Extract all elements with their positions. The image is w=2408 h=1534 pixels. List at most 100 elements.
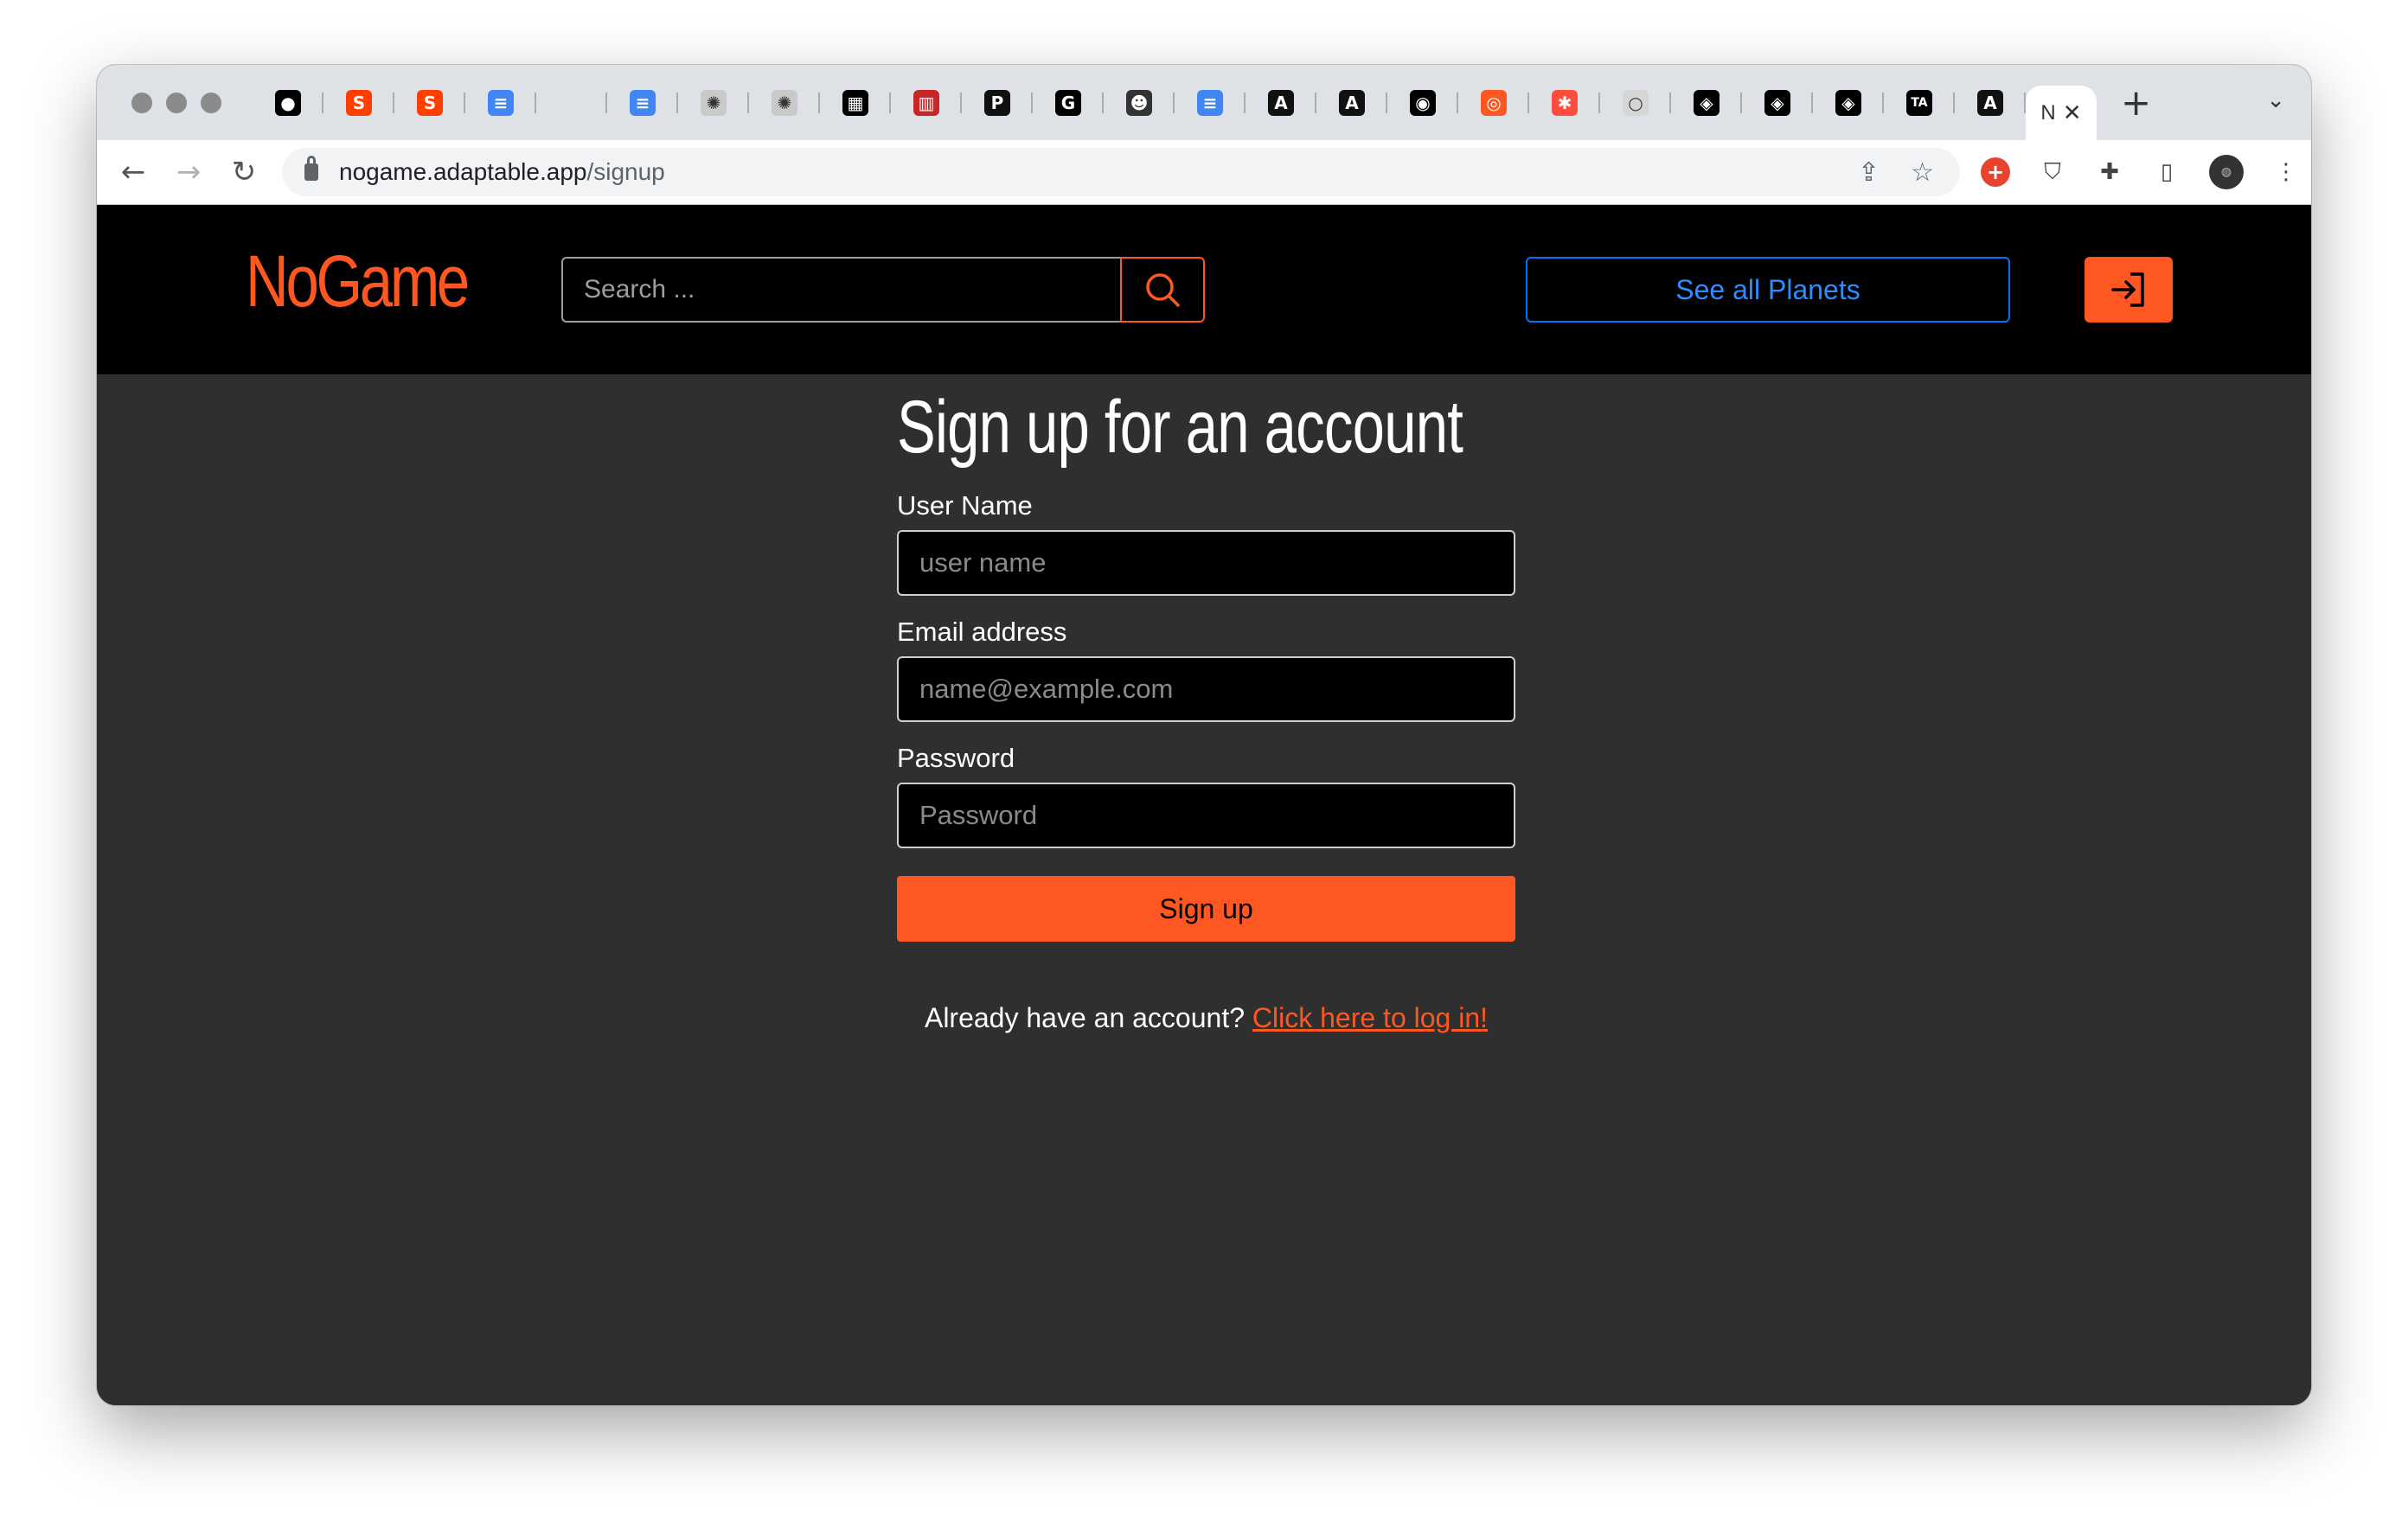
signup-button[interactable]: Sign up — [897, 876, 1515, 942]
codepen-icon: ◈ — [1835, 89, 1861, 116]
browser-tab[interactable]: S — [323, 82, 394, 124]
svelte-icon: S — [417, 89, 443, 116]
browser-tab[interactable]: G — [1033, 82, 1104, 124]
new-tab-button[interactable]: + — [2121, 81, 2151, 124]
search-form — [561, 257, 1205, 323]
dotted-circle-icon: ✺ — [772, 89, 797, 116]
browser-tab[interactable]: ✺ — [678, 82, 749, 124]
back-button[interactable]: ← — [106, 155, 161, 189]
maximize-window-button[interactable] — [201, 92, 221, 113]
login-prompt: Already have an account? Click here to l… — [897, 1002, 1515, 1034]
signup-form: Sign up for an account User Name Email a… — [897, 374, 1515, 1034]
astro-icon: A — [1268, 89, 1294, 116]
active-tab-label: N — [2040, 100, 2056, 125]
dotted-circle-icon: ✺ — [701, 89, 727, 116]
email-label: Email address — [897, 617, 1067, 647]
astro-icon: A — [1977, 89, 2003, 116]
address-bar[interactable]: nogame.adaptable.app/signup ⇪ ☆ — [282, 148, 1960, 196]
browser-tab[interactable]: ≡ — [1175, 82, 1246, 124]
window-controls — [131, 92, 221, 113]
side-panel-icon[interactable]: ▯ — [2152, 157, 2181, 187]
main-content: Sign up for an account User Name Email a… — [97, 374, 2311, 1405]
site-header: NoGame See all Planets — [97, 205, 2311, 374]
browser-tab[interactable]: ≡ — [465, 82, 536, 124]
tabs: ● S S ≡ ≡ ✺ ✺ ▦ ▥ P G ☻ ≡ A A ◉ ◎ ✱ ○ ◈ ◈ ◈ TA A N ✕ + — [253, 65, 2311, 141]
browser-window: ● S S ≡ ≡ ✺ ✺ ▦ ▥ P G ☻ ≡ A A ◉ ◎ ✱ ○ ◈ ◈ ◈ TA A N ✕ + ⌄ ← → ↻ nog… — [97, 65, 2311, 1405]
search-icon — [1146, 273, 1180, 307]
github-icon: ◉ — [1410, 89, 1436, 116]
browser-tab[interactable]: P — [962, 82, 1033, 124]
p-logo-icon: P — [984, 89, 1010, 116]
url-path: /signup — [586, 158, 665, 185]
browser-tab[interactable]: ✱ — [1529, 82, 1600, 124]
browser-tab[interactable]: A — [1316, 82, 1387, 124]
login-link[interactable]: Click here to log in! — [1252, 1002, 1488, 1033]
forward-button[interactable]: → — [161, 155, 216, 189]
browser-tab[interactable]: ◎ — [1458, 82, 1529, 124]
browser-tab[interactable]: S — [394, 82, 465, 124]
profile-avatar[interactable]: ◍ — [2209, 155, 2244, 189]
browser-tab[interactable]: ◈ — [1671, 82, 1742, 124]
google-docs-icon: ≡ — [1197, 89, 1223, 116]
lock-icon[interactable] — [304, 156, 318, 181]
blank-tab-icon — [559, 90, 585, 116]
asterisk-icon: ✱ — [1552, 89, 1578, 116]
tab-strip: ● S S ≡ ≡ ✺ ✺ ▦ ▥ P G ☻ ≡ A A ◉ ◎ ✱ ○ ◈ ◈ ◈ TA A N ✕ + ⌄ — [97, 65, 2311, 141]
username-field[interactable] — [897, 530, 1515, 596]
medium-icon: ● — [275, 89, 301, 116]
site-logo[interactable]: NoGame — [246, 240, 470, 323]
tab-search-icon[interactable]: ⌄ — [2266, 87, 2285, 113]
browser-tab[interactable] — [536, 82, 607, 124]
puzzle-extensions-icon[interactable]: ✚ — [2095, 157, 2124, 187]
url-host: nogame.adaptable.app — [339, 158, 587, 185]
active-browser-tab[interactable]: N ✕ — [2026, 85, 2097, 141]
svelte-icon: S — [346, 89, 372, 116]
browser-tab[interactable]: TA — [1884, 82, 1955, 124]
grid-logo-icon: ▦ — [842, 89, 868, 116]
google-docs-icon: ≡ — [630, 89, 656, 116]
google-docs-icon: ≡ — [488, 89, 514, 116]
browser-tab[interactable]: ▥ — [891, 82, 962, 124]
password-label: Password — [897, 743, 1015, 773]
bookmark-star-icon[interactable]: ☆ — [1911, 157, 1934, 188]
search-button[interactable] — [1120, 257, 1205, 323]
browser-tab[interactable]: ● — [253, 82, 323, 124]
codepen-icon: ◈ — [1764, 89, 1790, 116]
head-icon: ☻ — [1126, 89, 1152, 116]
browser-tab[interactable]: ◉ — [1387, 82, 1458, 124]
ta-logo-icon: TA — [1906, 89, 1932, 116]
browser-menu-icon[interactable]: ⋮ — [2271, 157, 2301, 187]
page-title: Sign up for an account — [897, 386, 1463, 469]
close-tab-icon[interactable]: ✕ — [2063, 100, 2082, 126]
browser-tab[interactable]: ◈ — [1813, 82, 1884, 124]
ring-icon: ◎ — [1481, 89, 1507, 116]
shield-extension-icon[interactable]: ⛉ — [2038, 157, 2067, 187]
browser-toolbar: ← → ↻ nogame.adaptable.app/signup ⇪ ☆ + … — [97, 140, 2311, 205]
g-logo-icon: G — [1055, 89, 1081, 116]
search-input[interactable] — [561, 257, 1120, 323]
email-field[interactable] — [897, 656, 1515, 722]
share-icon[interactable]: ⇪ — [1858, 157, 1880, 188]
login-prompt-text: Already have an account? — [924, 1002, 1245, 1033]
close-window-button[interactable] — [131, 92, 152, 113]
browser-tab[interactable]: ✺ — [749, 82, 820, 124]
browser-tab[interactable]: ☻ — [1104, 82, 1175, 124]
browser-tab[interactable]: ≡ — [607, 82, 678, 124]
browser-tab[interactable]: ◈ — [1742, 82, 1813, 124]
astro-icon: A — [1339, 89, 1365, 116]
reload-button[interactable]: ↻ — [216, 155, 272, 189]
add-extension-icon[interactable]: + — [1981, 157, 2010, 187]
password-field[interactable] — [897, 783, 1515, 848]
browser-tab[interactable]: A — [1246, 82, 1316, 124]
login-arrow-icon — [2111, 272, 2144, 307]
browser-tab[interactable]: ▦ — [820, 82, 891, 124]
login-button[interactable] — [2085, 257, 2173, 323]
username-label: User Name — [897, 490, 1033, 521]
extensions-area: + ⛉ ✚ ▯ ◍ ⋮ — [1981, 155, 2301, 189]
minimize-window-button[interactable] — [166, 92, 187, 113]
see-all-planets-button[interactable]: See all Planets — [1526, 257, 2010, 323]
browser-tab[interactable]: A — [1955, 82, 2026, 124]
museum-icon: ▥ — [913, 89, 939, 116]
browser-tab[interactable]: ○ — [1600, 82, 1671, 124]
ball-icon: ○ — [1623, 89, 1649, 116]
